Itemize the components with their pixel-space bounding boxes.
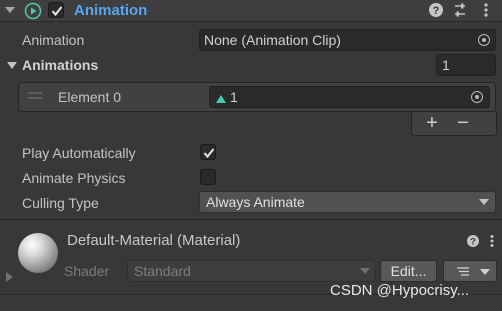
remove-element-button[interactable]: −	[452, 113, 474, 133]
material-preview-sphere-icon	[18, 233, 58, 273]
animation-component-icon	[24, 2, 42, 20]
fold-arrow-icon[interactable]	[4, 3, 16, 17]
help-icon[interactable]: ?	[428, 2, 444, 18]
drag-handle-icon[interactable]	[28, 92, 42, 100]
element-picker-icon[interactable]	[471, 91, 483, 103]
animation-clip-icon	[215, 91, 227, 107]
preset-icon[interactable]	[452, 2, 468, 18]
culling-dropdown-arrow-icon	[479, 199, 489, 205]
material-expand-arrow-icon[interactable]	[6, 272, 13, 282]
shader-dropdown[interactable]: Standard	[127, 260, 376, 282]
edit-shader-button[interactable]: Edit...	[380, 260, 437, 282]
element-0-label: Element 0	[58, 89, 122, 105]
animation-clip-field[interactable]: None (Animation Clip)	[199, 29, 496, 51]
kebab-menu-icon[interactable]	[478, 2, 494, 18]
object-picker-icon[interactable]	[478, 34, 490, 46]
culling-type-label: Culling Type	[22, 195, 99, 211]
element-0-value: 1	[230, 89, 238, 105]
shader-options-button[interactable]	[443, 260, 497, 282]
material-help-icon[interactable]: ?	[466, 234, 480, 248]
material-kebab-menu-icon[interactable]	[486, 234, 498, 248]
material-name: Default-Material (Material)	[67, 232, 241, 249]
shader-dropdown-arrow-icon	[360, 268, 370, 274]
animate-physics-checkbox[interactable]	[200, 169, 216, 185]
shader-label: Shader	[64, 263, 110, 279]
animations-size-field[interactable]: 1	[436, 54, 496, 76]
animations-foldout-arrow-icon[interactable]	[6, 59, 18, 75]
component-enabled-checkbox[interactable]	[48, 2, 64, 18]
play-automatically-label: Play Automatically	[22, 145, 136, 161]
shader-value: Standard	[134, 263, 191, 279]
play-automatically-checkbox[interactable]	[200, 144, 216, 160]
animations-count: 1	[442, 57, 450, 73]
animation-clip-value: None (Animation Clip)	[204, 32, 341, 48]
animate-physics-label: Animate Physics	[22, 170, 126, 186]
watermark-text: CSDN @Hypocrisy...	[330, 282, 470, 299]
svg-text:?: ?	[433, 5, 440, 17]
culling-type-value: Always Animate	[206, 194, 305, 210]
component-title: Animation	[74, 2, 148, 19]
svg-text:?: ?	[470, 237, 476, 248]
culling-type-dropdown[interactable]: Always Animate	[199, 191, 496, 213]
animation-label: Animation	[22, 32, 85, 48]
add-element-button[interactable]: +	[421, 113, 443, 133]
element-0-field[interactable]: 1	[209, 86, 490, 108]
animations-label: Animations	[22, 57, 99, 73]
